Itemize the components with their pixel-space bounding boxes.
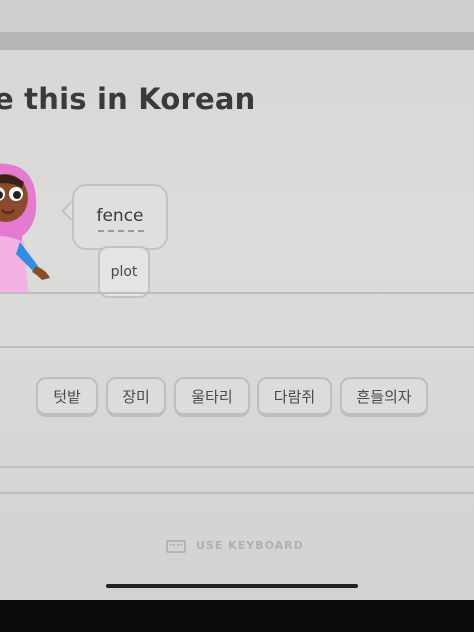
progress-bar	[0, 32, 474, 50]
word-hint-underline	[98, 230, 144, 232]
answer-line-2	[0, 346, 474, 348]
word-chip[interactable]: 울타리	[174, 377, 250, 417]
lesson-screen: e this in Korean fence plot 텃밭 장미 울타리 다람…	[0, 0, 474, 600]
word-bank: 텃밭 장미 울타리 다람쥐 흔들의자	[0, 377, 474, 421]
device-bezel	[0, 600, 474, 632]
bubble-word[interactable]: fence	[74, 206, 166, 226]
hint-tooltip: plot	[98, 246, 150, 298]
prompt-title: e this in Korean	[0, 82, 256, 116]
footer-divider	[0, 492, 474, 494]
word-bank-divider	[0, 466, 474, 468]
keyboard-icon	[166, 540, 186, 553]
word-chip[interactable]: 흔들의자	[340, 377, 428, 417]
word-chip[interactable]: 장미	[106, 377, 166, 417]
character-illustration	[0, 163, 50, 292]
use-keyboard-label: USE KEYBOARD	[196, 539, 304, 552]
top-bar	[0, 0, 474, 34]
speech-bubble: fence	[72, 184, 168, 250]
word-chip[interactable]: 다람쥐	[257, 377, 332, 417]
home-indicator[interactable]	[106, 584, 358, 588]
word-chip[interactable]: 텃밭	[36, 377, 98, 417]
answer-line-1	[0, 292, 474, 294]
hint-text: plot	[110, 264, 138, 280]
